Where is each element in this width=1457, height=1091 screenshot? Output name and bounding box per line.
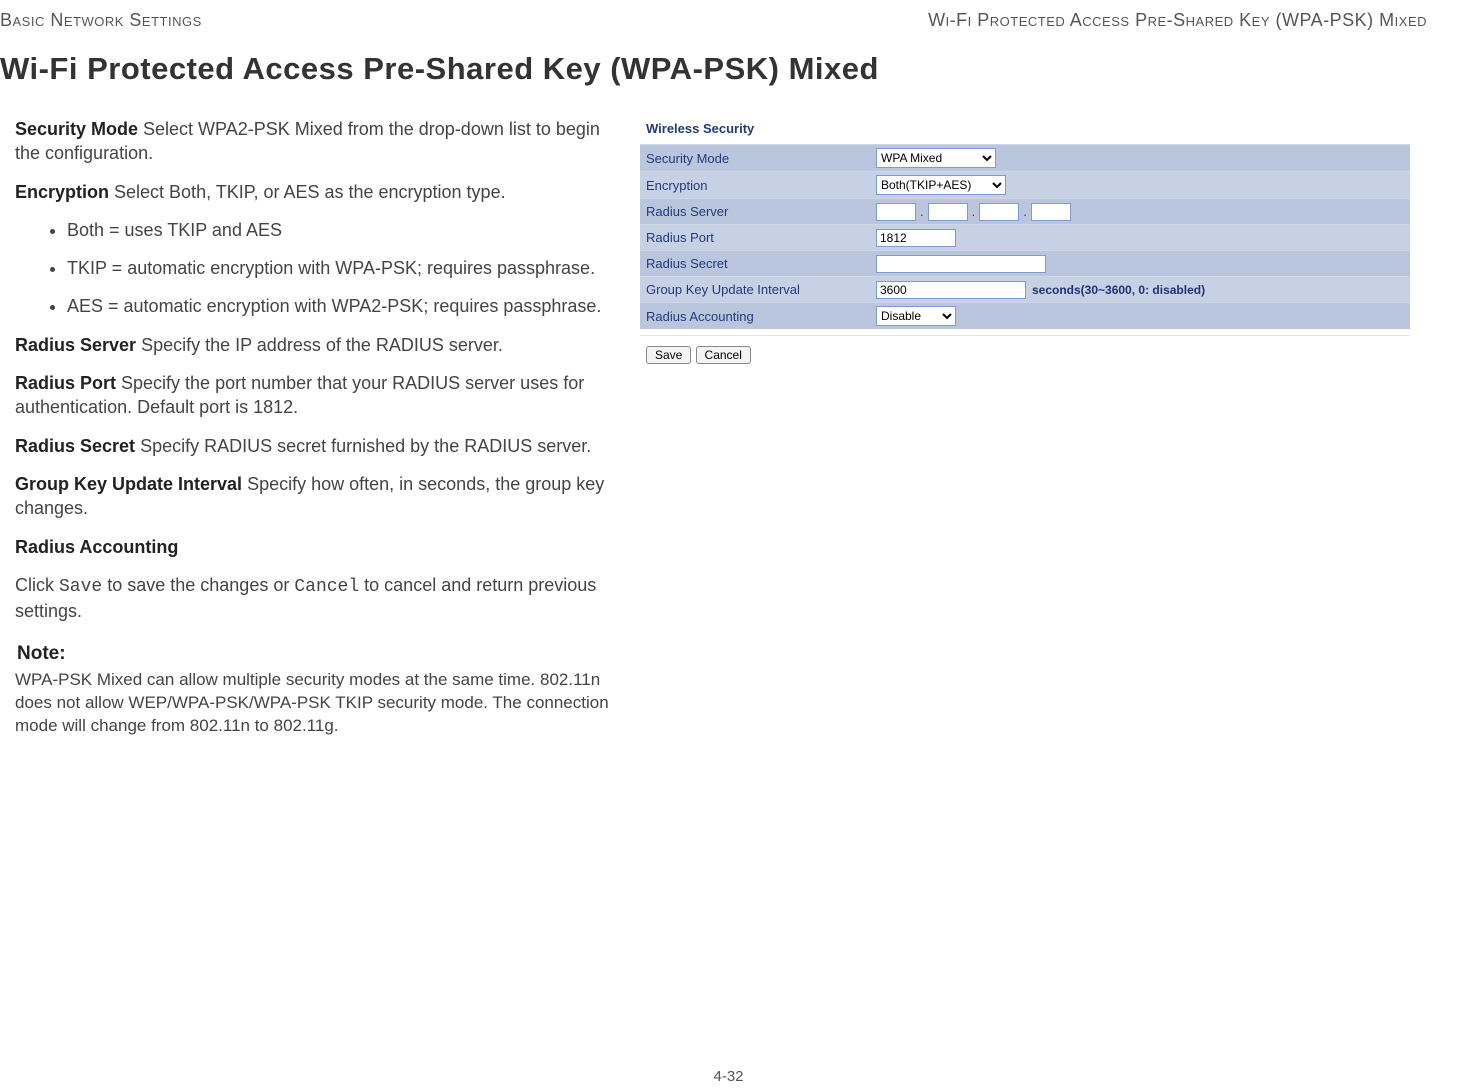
save-word: Save: [59, 577, 102, 597]
note-body: WPA-PSK Mixed can allow multiple securit…: [15, 669, 610, 738]
encryption-select[interactable]: Both(TKIP+AES): [876, 175, 1006, 195]
radius-port-label: Radius Port: [15, 373, 116, 393]
wireless-security-panel: Wireless Security Security Mode WPA Mixe…: [640, 117, 1410, 364]
row-label-radius-accounting: Radius Accounting: [640, 303, 870, 330]
row-label-encryption: Encryption: [640, 172, 870, 199]
row-label-radius-port: Radius Port: [640, 225, 870, 251]
row-label-radius-secret: Radius Secret: [640, 251, 870, 277]
panel-title: Wireless Security: [640, 117, 1410, 144]
gkui-hint: seconds(30~3600, 0: disabled): [1032, 283, 1205, 297]
row-label-gkui: Group Key Update Interval: [640, 277, 870, 303]
encryption-text: Select Both, TKIP, or AES as the encrypt…: [109, 182, 506, 202]
ip-dot: .: [972, 204, 976, 219]
radius-ip-octet-2[interactable]: [928, 203, 968, 221]
list-item: TKIP = automatic encryption with WPA-PSK…: [67, 256, 610, 280]
encryption-label: Encryption: [15, 182, 109, 202]
click-text-prefix: Click: [15, 575, 59, 595]
cancel-word: Cancel: [294, 577, 359, 597]
note-heading: Note:: [17, 641, 610, 667]
security-mode-select[interactable]: WPA Mixed: [876, 148, 996, 168]
ip-dot: .: [920, 204, 924, 219]
row-label-security-mode: Security Mode: [640, 145, 870, 172]
list-item: Both = uses TKIP and AES: [67, 218, 610, 242]
gkui-input[interactable]: [876, 281, 1026, 299]
encryption-bullets: Both = uses TKIP and AES TKIP = automati…: [67, 218, 610, 319]
cancel-button[interactable]: Cancel: [696, 346, 751, 364]
click-text-mid: to save the changes or: [102, 575, 294, 595]
radius-server-label: Radius Server: [15, 335, 136, 355]
save-button[interactable]: Save: [646, 346, 691, 364]
gkui-label: Group Key Update Interval: [15, 474, 242, 494]
radius-ip-octet-3[interactable]: [979, 203, 1019, 221]
security-mode-label: Security Mode: [15, 119, 138, 139]
row-label-radius-server: Radius Server: [640, 199, 870, 225]
radius-accounting-select[interactable]: Disable: [876, 306, 956, 326]
ip-dot: .: [1023, 204, 1027, 219]
radius-secret-label: Radius Secret: [15, 436, 135, 456]
page-number: 4-32: [0, 1068, 1457, 1085]
list-item: AES = automatic encryption with WPA2-PSK…: [67, 294, 610, 318]
page-title: Wi-Fi Protected Access Pre-Shared Key (W…: [0, 51, 1427, 87]
header-right: Wi-Fi Protected Access Pre-Shared Key (W…: [928, 10, 1427, 31]
radius-accounting-label: Radius Accounting: [15, 537, 178, 557]
radius-port-input[interactable]: [876, 229, 956, 247]
radius-ip-octet-4[interactable]: [1031, 203, 1071, 221]
radius-secret-input[interactable]: [876, 255, 1046, 273]
header-left: Basic Network Settings: [0, 10, 202, 31]
radius-ip-octet-1[interactable]: [876, 203, 916, 221]
radius-secret-text: Specify RADIUS secret furnished by the R…: [135, 436, 591, 456]
radius-server-text: Specify the IP address of the RADIUS ser…: [136, 335, 503, 355]
description-column: Security Mode Select WPA2-PSK Mixed from…: [0, 117, 610, 738]
